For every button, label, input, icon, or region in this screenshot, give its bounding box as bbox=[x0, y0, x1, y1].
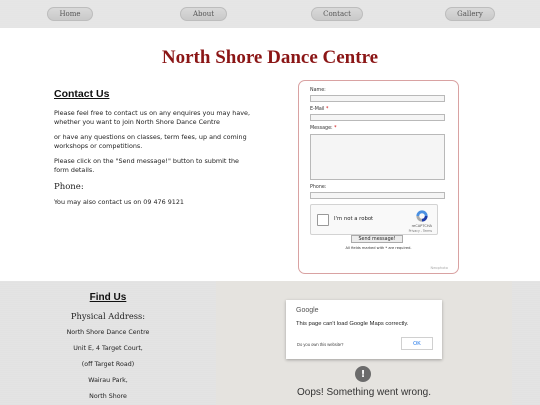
own-website-link[interactable]: Do you own this website? bbox=[297, 342, 343, 347]
maps-error-dialog: Google This page can't load Google Maps … bbox=[286, 300, 442, 359]
recaptcha-checkbox[interactable] bbox=[317, 214, 329, 226]
required-note: All fields marked with * are required. bbox=[345, 246, 412, 250]
find-us-heading: Find Us bbox=[89, 292, 127, 303]
contact-form: Name: E-Mail * Message: * Phone: I'm not… bbox=[298, 80, 459, 274]
nav-contact-button[interactable]: Contact bbox=[311, 7, 363, 21]
contact-paragraph-2: or have any questions on classes, term f… bbox=[54, 133, 247, 150]
map-error-text: Oops! Something went wrong. bbox=[297, 387, 431, 398]
address-line: North Shore bbox=[89, 393, 127, 400]
contact-heading: Contact Us bbox=[54, 88, 110, 100]
recaptcha-widget: I'm not a robot reCAPTCHA Privacy - Term… bbox=[310, 204, 438, 235]
maps-error-message: This page can't load Google Maps correct… bbox=[296, 321, 409, 327]
nav-home-button[interactable]: Home bbox=[47, 7, 93, 21]
phone-heading: Phone: bbox=[54, 181, 84, 192]
recaptcha-logo-icon bbox=[416, 210, 428, 222]
send-message-button[interactable]: Send message! bbox=[351, 235, 403, 243]
recaptcha-brand: reCAPTCHA bbox=[411, 224, 432, 228]
phone-text: You may also contact us on 09 476 9121 bbox=[54, 197, 184, 206]
nav-about-button[interactable]: About bbox=[180, 7, 227, 21]
recaptcha-links[interactable]: Privacy - Terms bbox=[409, 229, 432, 233]
name-label: Name: bbox=[310, 88, 326, 93]
nav-gallery-button[interactable]: Gallery bbox=[445, 7, 495, 21]
error-icon: ! bbox=[355, 366, 371, 382]
name-field[interactable] bbox=[310, 95, 445, 102]
address-line: (off Target Road) bbox=[81, 361, 135, 368]
message-label: Message: * bbox=[310, 126, 337, 131]
recaptcha-label: I'm not a robot bbox=[334, 216, 374, 222]
top-nav: Home About Contact Gallery bbox=[0, 0, 540, 28]
ok-button[interactable]: OK bbox=[401, 337, 433, 350]
physical-address-heading: Physical Address: bbox=[70, 311, 146, 321]
address-line: Unit E, 4 Target Court, bbox=[73, 345, 143, 352]
message-field[interactable] bbox=[310, 134, 445, 180]
site-title: North Shore Dance Centre bbox=[161, 47, 379, 68]
contact-paragraph-3: Please click on the "Send message!" butt… bbox=[54, 157, 239, 174]
footer: Find Us Physical Address: North Shore Da… bbox=[0, 281, 540, 405]
address-line: North Shore Dance Centre bbox=[66, 329, 150, 336]
google-logo: Google bbox=[296, 307, 319, 314]
email-field[interactable] bbox=[310, 114, 445, 121]
address-line: Wairau Park, bbox=[88, 377, 128, 384]
contact-section: Contact Us Please feel free to contact u… bbox=[54, 88, 254, 206]
google-map-embed[interactable]: Google This page can't load Google Maps … bbox=[216, 281, 512, 405]
phone-label: Phone: bbox=[310, 185, 327, 190]
form-credit[interactable]: Neophoto bbox=[431, 266, 448, 270]
phone-field[interactable] bbox=[310, 192, 445, 199]
email-label: E-Mail * bbox=[310, 107, 329, 112]
contact-paragraph-1: Please feel free to contact us on any en… bbox=[54, 109, 250, 126]
